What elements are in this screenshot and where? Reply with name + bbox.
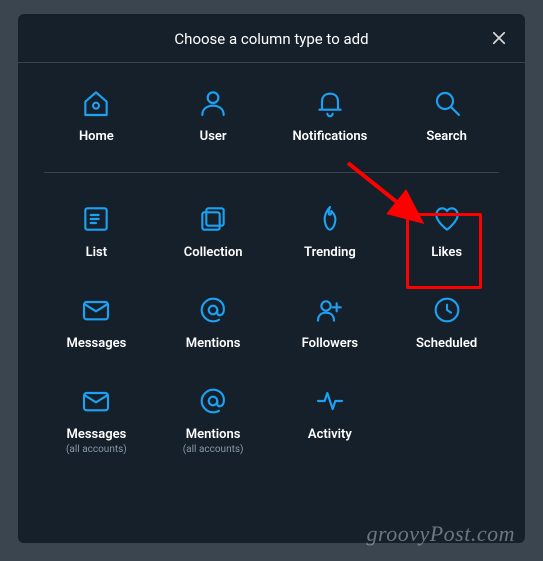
option-notifications[interactable]: Notifications: [278, 85, 383, 144]
option-sublabel: (all accounts): [183, 444, 244, 455]
option-search[interactable]: Search: [394, 85, 499, 144]
at-icon: [195, 383, 231, 419]
option-list[interactable]: List: [44, 201, 149, 260]
option-label: Messages: [66, 336, 126, 351]
option-likes[interactable]: Likes: [394, 201, 499, 260]
modal-title: Choose a column type to add: [174, 30, 368, 48]
option-label: Mentions: [186, 427, 241, 442]
option-label: Collection: [184, 245, 243, 260]
option-label: Followers: [302, 336, 358, 351]
clock-icon: [429, 292, 465, 328]
flame-icon: [312, 201, 348, 237]
option-sublabel: (all accounts): [66, 444, 127, 455]
collection-icon: [195, 201, 231, 237]
user-icon: [195, 85, 231, 121]
close-button[interactable]: [487, 26, 511, 50]
list-icon: [78, 201, 114, 237]
option-label: Activity: [308, 427, 352, 442]
bell-icon: [312, 85, 348, 121]
modal-header: Choose a column type to add: [18, 14, 525, 63]
option-user[interactable]: User: [161, 85, 266, 144]
at-icon: [195, 292, 231, 328]
search-icon: [429, 85, 465, 121]
option-home[interactable]: Home: [44, 85, 149, 144]
option-collection[interactable]: Collection: [161, 201, 266, 260]
option-label: Messages: [66, 427, 126, 442]
modal-content: Home User Notifications Search: [18, 63, 525, 465]
close-icon: [490, 29, 508, 47]
followers-icon: [312, 292, 348, 328]
option-label: Home: [79, 129, 114, 144]
option-label: Search: [426, 129, 467, 144]
option-mentions[interactable]: Mentions: [161, 292, 266, 351]
secondary-options-grid: List Collection Trending Likes: [44, 201, 499, 455]
heart-icon: [429, 201, 465, 237]
option-label: Likes: [431, 245, 462, 260]
option-scheduled[interactable]: Scheduled: [394, 292, 499, 351]
option-label: User: [200, 129, 227, 144]
envelope-icon: [78, 292, 114, 328]
option-messages[interactable]: Messages: [44, 292, 149, 351]
option-label: Scheduled: [416, 336, 477, 351]
option-mentions-all[interactable]: Mentions (all accounts): [161, 383, 266, 455]
option-activity[interactable]: Activity: [278, 383, 383, 455]
envelope-icon: [78, 383, 114, 419]
column-chooser-modal: Choose a column type to add Home User: [18, 14, 525, 543]
option-followers[interactable]: Followers: [278, 292, 383, 351]
option-messages-all[interactable]: Messages (all accounts): [44, 383, 149, 455]
primary-options-row: Home User Notifications Search: [44, 85, 499, 173]
option-label: Mentions: [186, 336, 241, 351]
home-icon: [78, 85, 114, 121]
pulse-icon: [312, 383, 348, 419]
option-trending[interactable]: Trending: [278, 201, 383, 260]
option-label: Notifications: [292, 129, 367, 144]
option-label: List: [86, 245, 107, 260]
option-label: Trending: [304, 245, 356, 260]
